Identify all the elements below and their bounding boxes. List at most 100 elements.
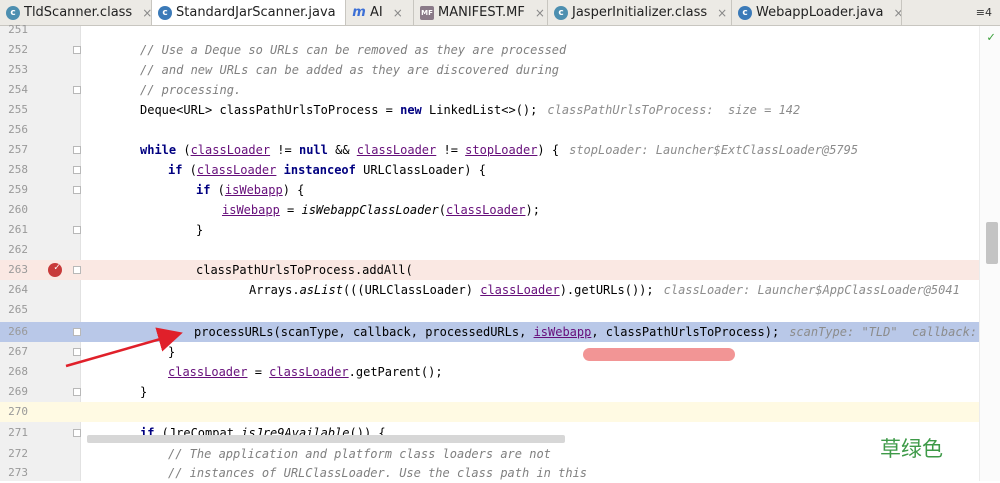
code-token: LinkedList<>(); bbox=[422, 103, 538, 117]
tab-label: MANIFEST.MF bbox=[438, 5, 525, 20]
code-editor[interactable]: 251 252 // Use a Deque so URLs can be re… bbox=[0, 26, 1000, 481]
code-line[interactable]: 252 // Use a Deque so URLs can be remove… bbox=[0, 40, 1000, 60]
code-text: classPathUrlsToProcess.addAll( bbox=[196, 260, 413, 280]
line-number: 268 bbox=[0, 362, 28, 382]
keyword-token: instanceof bbox=[276, 163, 355, 177]
manifest-file-icon: MF bbox=[420, 6, 434, 20]
line-number: 260 bbox=[0, 200, 28, 220]
fold-marker-icon[interactable] bbox=[73, 348, 81, 356]
checkmark-icon: ✓ bbox=[54, 263, 60, 273]
debug-inline-value: classPathUrlsToProcess: size = 142 bbox=[547, 103, 800, 117]
code-line[interactable]: 272 // The application and platform clas… bbox=[0, 444, 1000, 464]
code-line[interactable]: 254 // processing. bbox=[0, 80, 1000, 100]
code-text: if (classLoader instanceof URLClassLoade… bbox=[168, 160, 486, 180]
fold-marker-icon[interactable] bbox=[73, 429, 81, 437]
horizontal-scrollbar[interactable] bbox=[87, 435, 565, 443]
code-token: (((URLClassLoader) bbox=[343, 283, 480, 297]
variable-token: classLoader bbox=[191, 143, 270, 157]
inspection-strip: ✓ bbox=[979, 26, 1000, 481]
code-line[interactable]: 265 bbox=[0, 300, 1000, 320]
code-line[interactable]: 255 Deque<URL> classPathUrlsToProcess = … bbox=[0, 100, 1000, 120]
code-text: } bbox=[196, 220, 203, 240]
fold-marker-icon[interactable] bbox=[73, 388, 81, 396]
execution-point-line[interactable]: 266 processURLs(scanType, callback, proc… bbox=[0, 322, 1000, 342]
fold-marker-icon[interactable] bbox=[73, 186, 81, 194]
close-icon[interactable]: × bbox=[535, 6, 545, 20]
code-token: ( bbox=[182, 163, 196, 177]
line-number: 258 bbox=[0, 160, 28, 180]
code-token: .getParent(); bbox=[349, 365, 443, 379]
code-line[interactable]: 257 while (classLoader != null && classL… bbox=[0, 140, 1000, 160]
debug-inline-value: classLoader: Launcher$AppClassLoader@504… bbox=[664, 283, 960, 297]
breakpoint-line[interactable]: 263 classPathUrlsToProcess.addAll( bbox=[0, 260, 1000, 280]
caret-line[interactable]: 270 bbox=[0, 402, 1000, 422]
code-line[interactable]: 260 isWebapp = isWebappClassLoader(class… bbox=[0, 200, 1000, 220]
line-number: 270 bbox=[0, 402, 28, 422]
tab-label: AI bbox=[370, 5, 383, 20]
line-number: 272 bbox=[0, 444, 28, 464]
fold-marker-icon[interactable] bbox=[73, 46, 81, 54]
code-text: } bbox=[140, 382, 147, 402]
code-token: != bbox=[436, 143, 465, 157]
line-number: 271 bbox=[0, 423, 28, 443]
close-icon[interactable]: × bbox=[393, 6, 403, 20]
variable-token: classLoader bbox=[446, 203, 525, 217]
code-line[interactable]: 261 } bbox=[0, 220, 1000, 240]
line-number: 251 bbox=[0, 20, 28, 40]
class-file-icon: c bbox=[554, 6, 568, 20]
line-number: 255 bbox=[0, 100, 28, 120]
tab-label: JasperInitializer.class bbox=[572, 5, 707, 20]
code-line[interactable]: 259 if (isWebapp) { bbox=[0, 180, 1000, 200]
fold-marker-icon[interactable] bbox=[73, 328, 81, 336]
inspection-ok-icon[interactable]: ✓ bbox=[987, 30, 995, 45]
code-text: // processing. bbox=[140, 80, 241, 100]
vertical-scrollbar-thumb[interactable] bbox=[986, 222, 998, 264]
variable-token: classLoader bbox=[480, 283, 559, 297]
line-number: 265 bbox=[0, 300, 28, 320]
code-token: ( bbox=[439, 203, 446, 217]
code-text: Arrays.asList(((URLClassLoader) classLoa… bbox=[249, 280, 960, 300]
code-text: // instances of URLClassLoader. Use the … bbox=[168, 463, 587, 483]
code-line[interactable]: 268 classLoader = classLoader.getParent(… bbox=[0, 362, 1000, 382]
code-token: != bbox=[270, 143, 299, 157]
fold-marker-icon[interactable] bbox=[73, 166, 81, 174]
code-line[interactable]: 253 // and new URLs can be added as they… bbox=[0, 60, 1000, 80]
line-number: 252 bbox=[0, 40, 28, 60]
line-number: 253 bbox=[0, 60, 28, 80]
code-token: processURLs(scanType, callback, processe… bbox=[194, 325, 534, 339]
method-token: asList bbox=[300, 283, 343, 297]
variable-token: isWebapp bbox=[225, 183, 283, 197]
code-line[interactable]: 267 } bbox=[0, 342, 1000, 362]
close-icon[interactable]: × bbox=[142, 6, 152, 20]
code-token: ) { bbox=[283, 183, 305, 197]
code-text: } bbox=[168, 342, 175, 362]
code-line[interactable]: 269 } bbox=[0, 382, 1000, 402]
class-file-icon: c bbox=[6, 6, 20, 20]
code-line[interactable]: 264 Arrays.asList(((URLClassLoader) clas… bbox=[0, 280, 1000, 300]
line-number: 256 bbox=[0, 120, 28, 140]
code-token: ); bbox=[525, 203, 539, 217]
annotation-highlight bbox=[583, 348, 735, 361]
close-icon[interactable]: × bbox=[717, 6, 727, 20]
fold-marker-icon[interactable] bbox=[73, 226, 81, 234]
tab-label: TldScanner.class bbox=[24, 5, 132, 20]
line-number: 262 bbox=[0, 240, 28, 260]
fold-marker-icon[interactable] bbox=[73, 146, 81, 154]
code-line[interactable]: 256 bbox=[0, 120, 1000, 140]
fold-marker-icon[interactable] bbox=[73, 86, 81, 94]
code-line[interactable]: 273 // instances of URLClassLoader. Use … bbox=[0, 463, 1000, 483]
code-line[interactable]: 258 if (classLoader instanceof URLClassL… bbox=[0, 160, 1000, 180]
variable-token: classLoader bbox=[357, 143, 436, 157]
code-token: = bbox=[247, 365, 269, 379]
line-number: 259 bbox=[0, 180, 28, 200]
code-text: // and new URLs can be added as they are… bbox=[140, 60, 559, 80]
line-number: 263 bbox=[0, 260, 28, 280]
code-line[interactable]: 262 bbox=[0, 240, 1000, 260]
code-line[interactable]: 251 bbox=[0, 20, 1000, 40]
code-token: ( bbox=[176, 143, 190, 157]
close-icon[interactable]: × bbox=[894, 6, 902, 20]
code-token: URLClassLoader) { bbox=[356, 163, 486, 177]
fold-marker-icon[interactable] bbox=[73, 266, 81, 274]
debug-inline-value: scanType: "TLD" callback: TldScann bbox=[789, 325, 1000, 339]
keyword-token: new bbox=[400, 103, 422, 117]
